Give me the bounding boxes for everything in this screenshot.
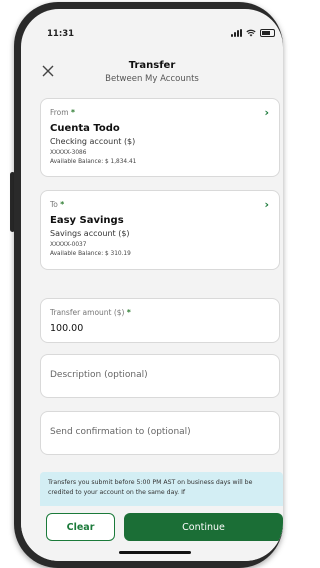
transfer-amount-field[interactable]: Transfer amount ($) * 100.00 bbox=[40, 298, 280, 343]
from-account-balance: Available Balance: $ 1,834.41 bbox=[50, 159, 137, 165]
from-account-card[interactable]: From * › Cuenta Todo Checking account ($… bbox=[40, 98, 280, 177]
transfer-amount-value: 100.00 bbox=[50, 323, 84, 334]
send-confirmation-placeholder: Send confirmation to (optional) bbox=[50, 427, 191, 437]
battery-icon bbox=[260, 29, 275, 37]
info-text: Transfers you submit before 5:00 PM AST … bbox=[48, 479, 253, 496]
wifi-icon bbox=[246, 29, 256, 37]
header: Transfer Between My Accounts bbox=[21, 55, 283, 95]
from-label: From * bbox=[50, 108, 75, 117]
to-account-name: Easy Savings bbox=[50, 215, 124, 226]
chevron-right-icon: › bbox=[264, 106, 269, 119]
page-subtitle: Between My Accounts bbox=[105, 74, 199, 84]
status-time: 11:31 bbox=[47, 29, 75, 39]
to-account-card[interactable]: To * › Easy Savings Savings account ($) … bbox=[40, 190, 280, 270]
send-confirmation-field[interactable]: Send confirmation to (optional) bbox=[40, 411, 280, 455]
home-indicator bbox=[119, 551, 191, 554]
to-label: To * bbox=[50, 200, 65, 209]
to-account-type: Savings account ($) bbox=[50, 229, 130, 238]
from-account-type: Checking account ($) bbox=[50, 137, 136, 146]
footer-actions: Clear Continue bbox=[21, 506, 283, 561]
from-account-number: XXXXX-3086 bbox=[50, 150, 87, 156]
status-icons bbox=[231, 29, 275, 37]
signal-icon bbox=[231, 29, 242, 37]
status-bar: 11:31 bbox=[21, 9, 283, 49]
to-account-balance: Available Balance: $ 310.19 bbox=[50, 251, 131, 257]
phone-frame: 11:31 Transfer Between My Accounts From … bbox=[14, 2, 283, 568]
from-account-name: Cuenta Todo bbox=[50, 123, 120, 134]
to-account-number: XXXXX-0037 bbox=[50, 242, 87, 248]
clear-button[interactable]: Clear bbox=[46, 513, 115, 541]
page-title: Transfer bbox=[128, 60, 176, 71]
description-placeholder: Description (optional) bbox=[50, 370, 148, 380]
description-field[interactable]: Description (optional) bbox=[40, 354, 280, 398]
transfer-amount-label: Transfer amount ($) * bbox=[50, 308, 131, 317]
chevron-right-icon: › bbox=[264, 198, 269, 211]
continue-button[interactable]: Continue bbox=[124, 513, 283, 541]
screen: 11:31 Transfer Between My Accounts From … bbox=[21, 9, 283, 561]
